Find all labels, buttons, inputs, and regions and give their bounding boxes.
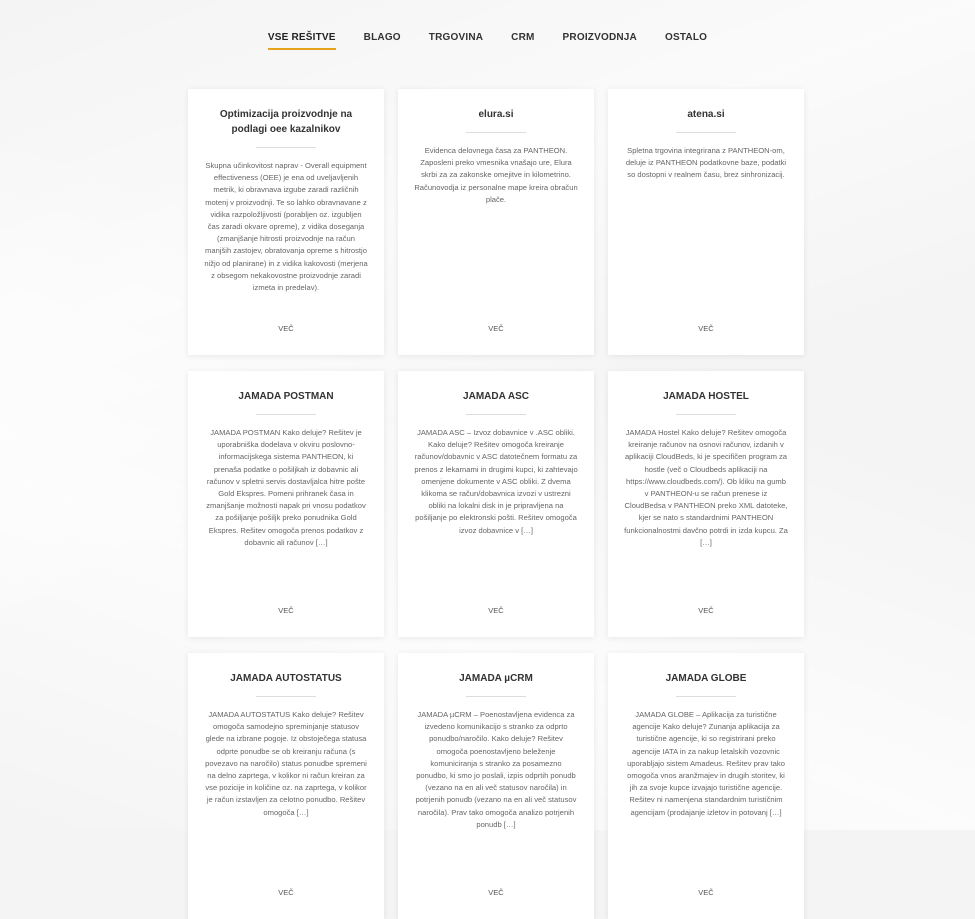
- card-description: Spletna trgovina integrirana z PANTHEON-…: [625, 146, 787, 180]
- solutions-grid: Optimizacija proizvodnje na podlagi oee …: [188, 89, 804, 919]
- card-title[interactable]: elura.si: [478, 107, 513, 122]
- card-divider: [466, 696, 526, 697]
- solution-card-jamada-postman: JAMADA POSTMAN JAMADA POSTMAN Kako deluj…: [188, 371, 384, 637]
- card-title[interactable]: atena.si: [687, 107, 724, 122]
- card-title[interactable]: JAMADA ASC: [463, 389, 529, 404]
- card-divider: [256, 147, 316, 148]
- read-more-link[interactable]: VEČ: [188, 324, 384, 333]
- card-title[interactable]: JAMADA µCRM: [459, 671, 533, 686]
- card-divider: [676, 132, 736, 133]
- card-description: Evidenca delovnega časa za PANTHEON. Zap…: [414, 146, 578, 204]
- card-description: JAMADA AUTOSTATUS Kako deluje? Rešitev o…: [205, 710, 367, 817]
- read-more-link[interactable]: VEČ: [398, 324, 594, 333]
- solution-card-atena: atena.si Spletna trgovina integrirana z …: [608, 89, 804, 355]
- card-divider: [676, 696, 736, 697]
- card-title[interactable]: Optimizacija proizvodnje na podlagi oee …: [204, 107, 368, 137]
- tab-proizvodnja[interactable]: PROIZVODNJA: [563, 32, 637, 50]
- read-more-link[interactable]: VEČ: [188, 888, 384, 897]
- card-divider: [256, 414, 316, 415]
- card-divider: [466, 414, 526, 415]
- category-filter-nav: VSE REŠITVE BLAGO TRGOVINA CRM PROIZVODN…: [0, 32, 975, 50]
- card-title[interactable]: JAMADA POSTMAN: [238, 389, 333, 404]
- card-description: JAMADA GLOBE – Aplikacija za turistične …: [627, 710, 785, 817]
- card-description: Skupna učinkovitost naprav - Overall equ…: [204, 161, 368, 293]
- solution-card-jamada-asc: JAMADA ASC JAMADA ASC – Izvoz dobavnice …: [398, 371, 594, 637]
- solution-card-jamada-ucrm: JAMADA µCRM JAMADA µCRM – Poenostavljena…: [398, 653, 594, 919]
- card-title[interactable]: JAMADA HOSTEL: [663, 389, 749, 404]
- tab-trgovina[interactable]: TRGOVINA: [429, 32, 483, 50]
- solution-card-oee: Optimizacija proizvodnje na podlagi oee …: [188, 89, 384, 355]
- card-divider: [256, 696, 316, 697]
- card-description: JAMADA Hostel Kako deluje? Rešitev omogo…: [624, 428, 788, 547]
- tab-ostalo[interactable]: OSTALO: [665, 32, 707, 50]
- solution-card-jamada-autostatus: JAMADA AUTOSTATUS JAMADA AUTOSTATUS Kako…: [188, 653, 384, 919]
- solution-card-jamada-globe: JAMADA GLOBE JAMADA GLOBE – Aplikacija z…: [608, 653, 804, 919]
- read-more-link[interactable]: VEČ: [188, 606, 384, 615]
- card-description: JAMADA POSTMAN Kako deluje? Rešitev je u…: [206, 428, 366, 547]
- read-more-link[interactable]: VEČ: [398, 606, 594, 615]
- card-title[interactable]: JAMADA GLOBE: [666, 671, 747, 686]
- tab-vse-resitve[interactable]: VSE REŠITVE: [267, 32, 336, 50]
- card-description: JAMADA ASC – Izvoz dobavnice v .ASC obli…: [414, 428, 578, 535]
- card-divider: [466, 132, 526, 133]
- read-more-link[interactable]: VEČ: [398, 888, 594, 897]
- card-description: JAMADA µCRM – Poenostavljena evidenca za…: [415, 710, 577, 829]
- read-more-link[interactable]: VEČ: [608, 888, 804, 897]
- card-title[interactable]: JAMADA AUTOSTATUS: [230, 671, 341, 686]
- card-divider: [676, 414, 736, 415]
- tab-crm[interactable]: CRM: [511, 32, 534, 50]
- solution-card-jamada-hostel: JAMADA HOSTEL JAMADA Hostel Kako deluje?…: [608, 371, 804, 637]
- solution-card-elura: elura.si Evidenca delovnega časa za PANT…: [398, 89, 594, 355]
- read-more-link[interactable]: VEČ: [608, 606, 804, 615]
- tab-blago[interactable]: BLAGO: [364, 32, 401, 50]
- read-more-link[interactable]: VEČ: [608, 324, 804, 333]
